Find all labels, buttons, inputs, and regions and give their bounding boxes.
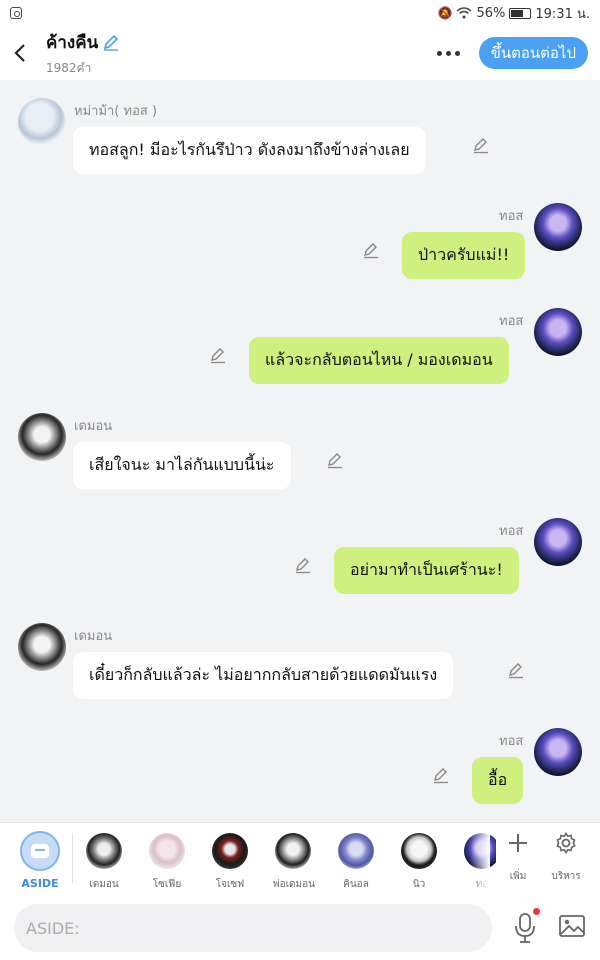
edit-icon[interactable] [362,241,380,259]
add-character-button[interactable]: เพิ่ม [496,831,540,884]
character-item[interactable]: นิว [399,833,439,892]
avatar [338,833,374,869]
add-label: เพิ่ม [509,871,527,882]
speaker-name: หม่าม้า( ทอส ) [74,104,158,119]
page-title: ค้างคืน [46,32,99,53]
speaker-name: เดมอน [74,629,113,644]
speaker-name: ทอส [499,524,524,539]
message-bubble[interactable]: เดี๋ยวก็กลับแล้วล่ะ ไม่อยากกลับสายด้วยแด… [73,652,454,699]
back-button[interactable] [2,26,38,80]
divider [72,833,73,883]
avatar [401,833,437,869]
word-count: 1982คำ [46,60,92,75]
avatar[interactable] [534,518,582,566]
clock: 19:31 น. [535,6,590,22]
gear-icon [556,832,576,854]
speaker-name: เดมอน [74,419,113,434]
instagram-icon [10,7,22,19]
status-bar: 🔕 56% 19:31 น. [0,0,600,26]
edit-icon[interactable] [507,661,525,679]
character-item[interactable]: คินอล [336,833,376,892]
message-bubble[interactable]: ทอสลูก! มีอะไรกันรึป่าว ดังลงมาถึงข้างล่… [73,127,426,174]
speaker-name: ทอส [499,314,524,329]
character-item[interactable]: โซเฟีย [147,833,187,892]
character-name: นิว [412,879,426,890]
manage-label: บริหาร [551,871,581,882]
avatar[interactable] [18,413,66,461]
mic-button[interactable] [512,908,540,944]
battery-icon [509,7,532,19]
character-item[interactable]: โจเซฟ [210,833,250,892]
battery-percent: 56% [476,5,506,21]
message-input[interactable] [14,904,492,952]
title-block: ค้างคืน 1982คำ [38,29,429,78]
status-right: 🔕 56% 19:31 น. [438,3,590,24]
message-bubble[interactable]: อื้อ [472,757,524,804]
character-item[interactable]: เดมอน [84,833,124,892]
image-button[interactable] [558,913,586,939]
message-bubble[interactable]: อย่ามาทำเป็นเศร้านะ! [334,547,519,594]
avatar [212,833,248,869]
speaker-name: ทอส [499,209,524,224]
back-icon [14,44,25,62]
header: ค้างคืน 1982คำ ขึ้นตอนต่อไป [0,26,600,80]
mic-icon [515,913,535,943]
character-item[interactable]: พ่อเดมอน [273,833,315,892]
mute-icon: 🔕 [437,6,453,20]
avatar [275,833,311,869]
plus-icon [509,834,527,852]
scroll-fade [470,823,490,897]
title-row[interactable]: ค้างคืน [46,29,429,56]
aside-label: ASIDE [21,877,59,890]
edit-icon[interactable] [472,136,490,154]
status-left [10,7,22,19]
aside-icon [31,844,49,858]
speaker-name: ทอส [499,734,524,749]
input-bar [0,896,600,960]
recording-dot [533,908,540,915]
avatar[interactable] [534,203,582,251]
character-name: เดมอน [89,879,119,890]
avatar[interactable] [18,623,66,671]
avatar [86,833,122,869]
pencil-icon[interactable] [102,33,120,51]
edit-icon[interactable] [294,556,312,574]
character-name: โจเซฟ [215,879,245,890]
manage-button[interactable]: บริหาร [544,831,588,884]
aside-button[interactable] [20,831,60,871]
character-bar: ASIDE เดมอน โซเฟีย โจเซฟ พ่อเดมอน คินอล … [0,822,600,897]
character-name: โซเฟีย [152,879,182,890]
avatar[interactable] [18,98,66,146]
character-name: พ่อเดมอน [273,879,315,890]
image-icon [559,915,585,937]
more-icon[interactable] [429,26,469,80]
avatar [149,833,185,869]
chat-area[interactable]: หม่าม้า( ทอส ) ทอสลูก! มีอะไรกันรึป่าว ด… [0,80,600,822]
character-name: คินอล [343,879,369,890]
edit-icon[interactable] [209,346,227,364]
message-bubble[interactable]: ป่าวครับแม่!! [402,232,526,279]
avatar[interactable] [534,728,582,776]
avatar[interactable] [534,308,582,356]
message-bubble[interactable]: แล้วจะกลับตอนไหน / มองเดมอน [249,337,509,384]
wifi-icon [456,7,472,19]
next-step-button[interactable]: ขึ้นตอนต่อไป [478,37,588,69]
edit-icon[interactable] [326,451,344,469]
edit-icon[interactable] [432,766,450,784]
message-bubble[interactable]: เสียใจนะ มาไล่กันแบบนี้น่ะ [73,442,291,489]
